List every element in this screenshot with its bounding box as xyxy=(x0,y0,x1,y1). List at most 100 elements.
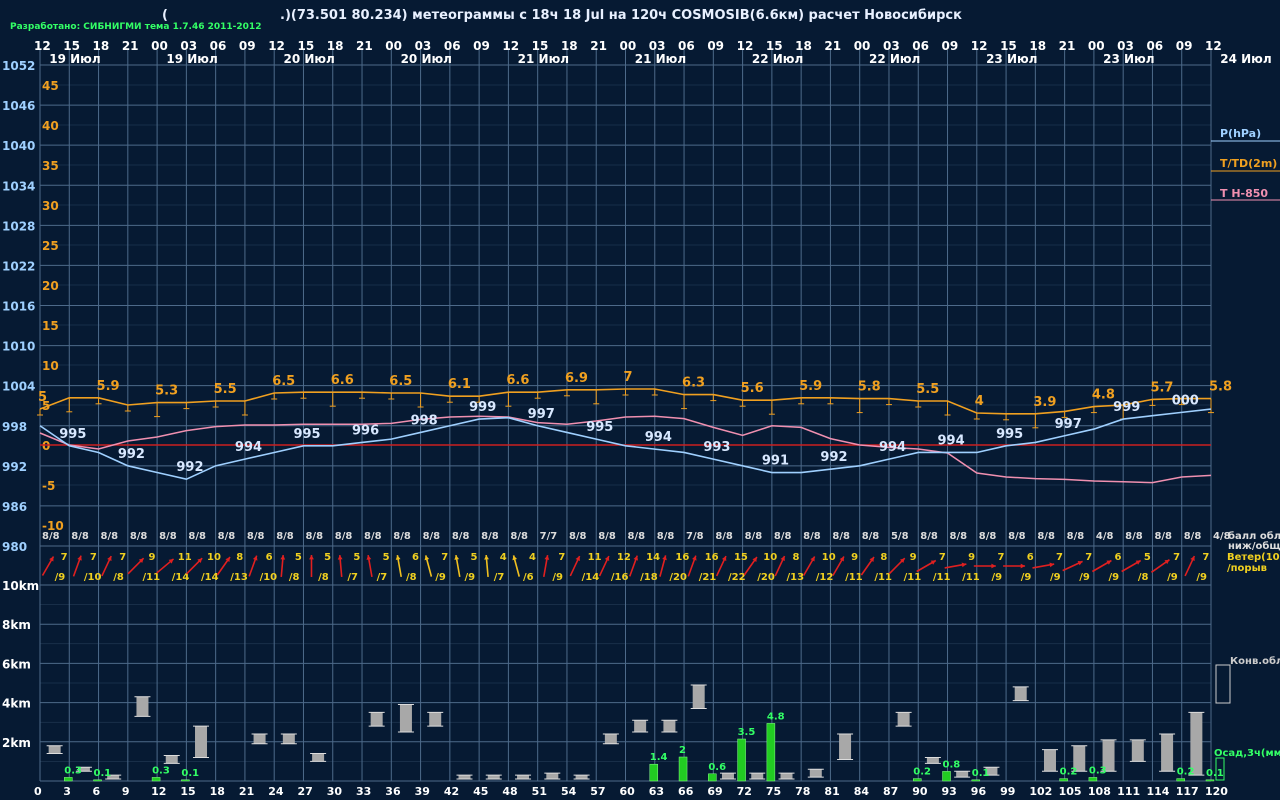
wind-speed-label: 5 xyxy=(470,552,477,563)
hour-tick-label: 21 xyxy=(590,39,607,53)
pressure-data-label: 997 xyxy=(1055,417,1082,432)
wind-gust-label: /9 xyxy=(1109,572,1120,583)
cloud-cover-label: 8/8 xyxy=(715,531,733,542)
wind-speed-label: 5 xyxy=(353,552,360,563)
legend-wind-2: /порыв xyxy=(1227,563,1267,574)
pressure-data-label: 992 xyxy=(176,460,203,475)
wind-gust-label: /9 xyxy=(1167,572,1178,583)
temp-data-label: 5.5 xyxy=(916,382,939,397)
wind-gust-label: /10 xyxy=(260,572,278,583)
temp-tick-label: -5 xyxy=(42,479,55,493)
date-label: 20 Июл xyxy=(401,52,452,66)
temp-tick-label: 45 xyxy=(42,79,59,93)
wind-gust-label: /11 xyxy=(904,572,922,583)
temp-data-label: 5.9 xyxy=(799,379,822,394)
cloud-bar xyxy=(458,775,471,780)
precip-bar xyxy=(1059,778,1068,782)
cloud-cover-label: 8/8 xyxy=(276,531,294,542)
cloud-bar xyxy=(429,712,442,727)
precip-label: 0.2 xyxy=(1060,767,1078,778)
cloud-cover-label: 8/8 xyxy=(920,531,938,542)
cloud-bar xyxy=(312,753,325,762)
legend-t850: T H-850 xyxy=(1220,187,1268,200)
cloud-bar xyxy=(1043,749,1056,772)
wind-gust-label: /9 xyxy=(1050,572,1061,583)
pressure-data-label: 991 xyxy=(762,454,789,469)
hour-bottom-label: 66 xyxy=(678,785,694,798)
wind-gust-label: /9 xyxy=(991,572,1002,583)
hour-tick-label: 12 xyxy=(502,39,519,53)
pressure-data-label: 999 xyxy=(1113,400,1140,415)
cloud-bar xyxy=(1131,739,1144,762)
wind-speed-label: 7 xyxy=(558,552,565,563)
cloud-bar xyxy=(253,733,266,744)
cloud-bar xyxy=(165,755,178,764)
pressure-tick-label: 1004 xyxy=(2,380,35,394)
legend-convective: Конв.обл. xyxy=(1230,655,1280,667)
temp-data-label: 5.9 xyxy=(97,379,120,394)
wind-speed-label: 11 xyxy=(588,552,602,563)
pressure-tick-label: 992 xyxy=(2,460,27,474)
hour-bottom-label: 96 xyxy=(971,785,987,798)
height-tick-label: 10km xyxy=(2,579,39,593)
hour-bottom-label: 9 xyxy=(122,785,130,798)
title-paren: ( xyxy=(162,8,168,23)
hour-bottom-label: 48 xyxy=(502,785,517,798)
cloud-cover-label: 8/8 xyxy=(569,531,587,542)
wind-speed-label: 9 xyxy=(910,552,917,563)
cloud-cover-label: 8/8 xyxy=(393,531,411,542)
pressure-data-label: 995 xyxy=(996,427,1023,442)
wind-speed-label: 7 xyxy=(119,552,126,563)
pressure-data-label: 995 xyxy=(59,427,86,442)
wind-gust-label: /9 xyxy=(1021,572,1032,583)
cloud-cover-label: 8/8 xyxy=(774,531,792,542)
wind-speed-label: 6 xyxy=(266,552,273,563)
cloud-cover-label: 8/8 xyxy=(42,531,60,542)
hour-bottom-label: 81 xyxy=(824,785,839,798)
temp-data-label: 7 xyxy=(624,370,633,385)
temp-data-label: 5.8 xyxy=(858,380,881,395)
wind-speed-label: 6 xyxy=(1115,552,1122,563)
wind-speed-label: 7 xyxy=(90,552,97,563)
chart-background xyxy=(0,0,1280,800)
wind-gust-label: /8 xyxy=(1138,572,1149,583)
height-tick-label: 8km xyxy=(2,618,31,632)
cloud-bar xyxy=(839,733,852,760)
wind-speed-label: 7 xyxy=(441,552,448,563)
wind-speed-label: 14 xyxy=(646,552,660,563)
wind-speed-label: 11 xyxy=(178,552,192,563)
cloud-bar xyxy=(370,712,383,727)
cloud-cover-label: 8/8 xyxy=(510,531,528,542)
temp-data-label: 4.8 xyxy=(1092,388,1115,403)
height-tick-label: 4km xyxy=(2,697,31,711)
date-label: 21 Июл xyxy=(518,52,569,66)
precip-bar xyxy=(181,779,190,782)
hour-tick-label: 15 xyxy=(532,39,549,53)
hour-bottom-label: 72 xyxy=(737,785,752,798)
hour-bottom-label: 75 xyxy=(766,785,781,798)
temp-tick-label: 35 xyxy=(42,159,59,173)
pressure-data-label: 998 xyxy=(411,413,438,428)
hour-tick-label: 03 xyxy=(180,39,197,53)
temp-data-label: 4 xyxy=(975,394,984,409)
pressure-tick-label: 998 xyxy=(2,420,27,434)
wind-gust-label: /11 xyxy=(962,572,980,583)
temp-data-label: 5.7 xyxy=(1150,380,1173,395)
hour-tick-label: 12 xyxy=(971,39,988,53)
cloud-cover-label: 8/8 xyxy=(1037,531,1055,542)
hour-bottom-label: 87 xyxy=(883,785,898,798)
wind-speed-label: 10 xyxy=(207,552,221,563)
precip-label: 0.6 xyxy=(708,762,726,773)
hour-bottom-label: 57 xyxy=(590,785,605,798)
hour-tick-label: 03 xyxy=(883,39,900,53)
cloud-cover-label: 8/8 xyxy=(1154,531,1172,542)
hour-bottom-label: 51 xyxy=(532,785,547,798)
cloud-bar xyxy=(751,773,764,780)
cloud-bar xyxy=(1014,686,1027,701)
wind-speed-label: 8 xyxy=(880,552,887,563)
pressure-data-label: 994 xyxy=(938,433,965,448)
pressure-data-label: 999 xyxy=(469,400,496,415)
legend-wind-1: Ветер(10м) xyxy=(1227,552,1280,563)
cloud-bar xyxy=(575,775,588,780)
temp-data-label: 6.5 xyxy=(272,374,295,389)
